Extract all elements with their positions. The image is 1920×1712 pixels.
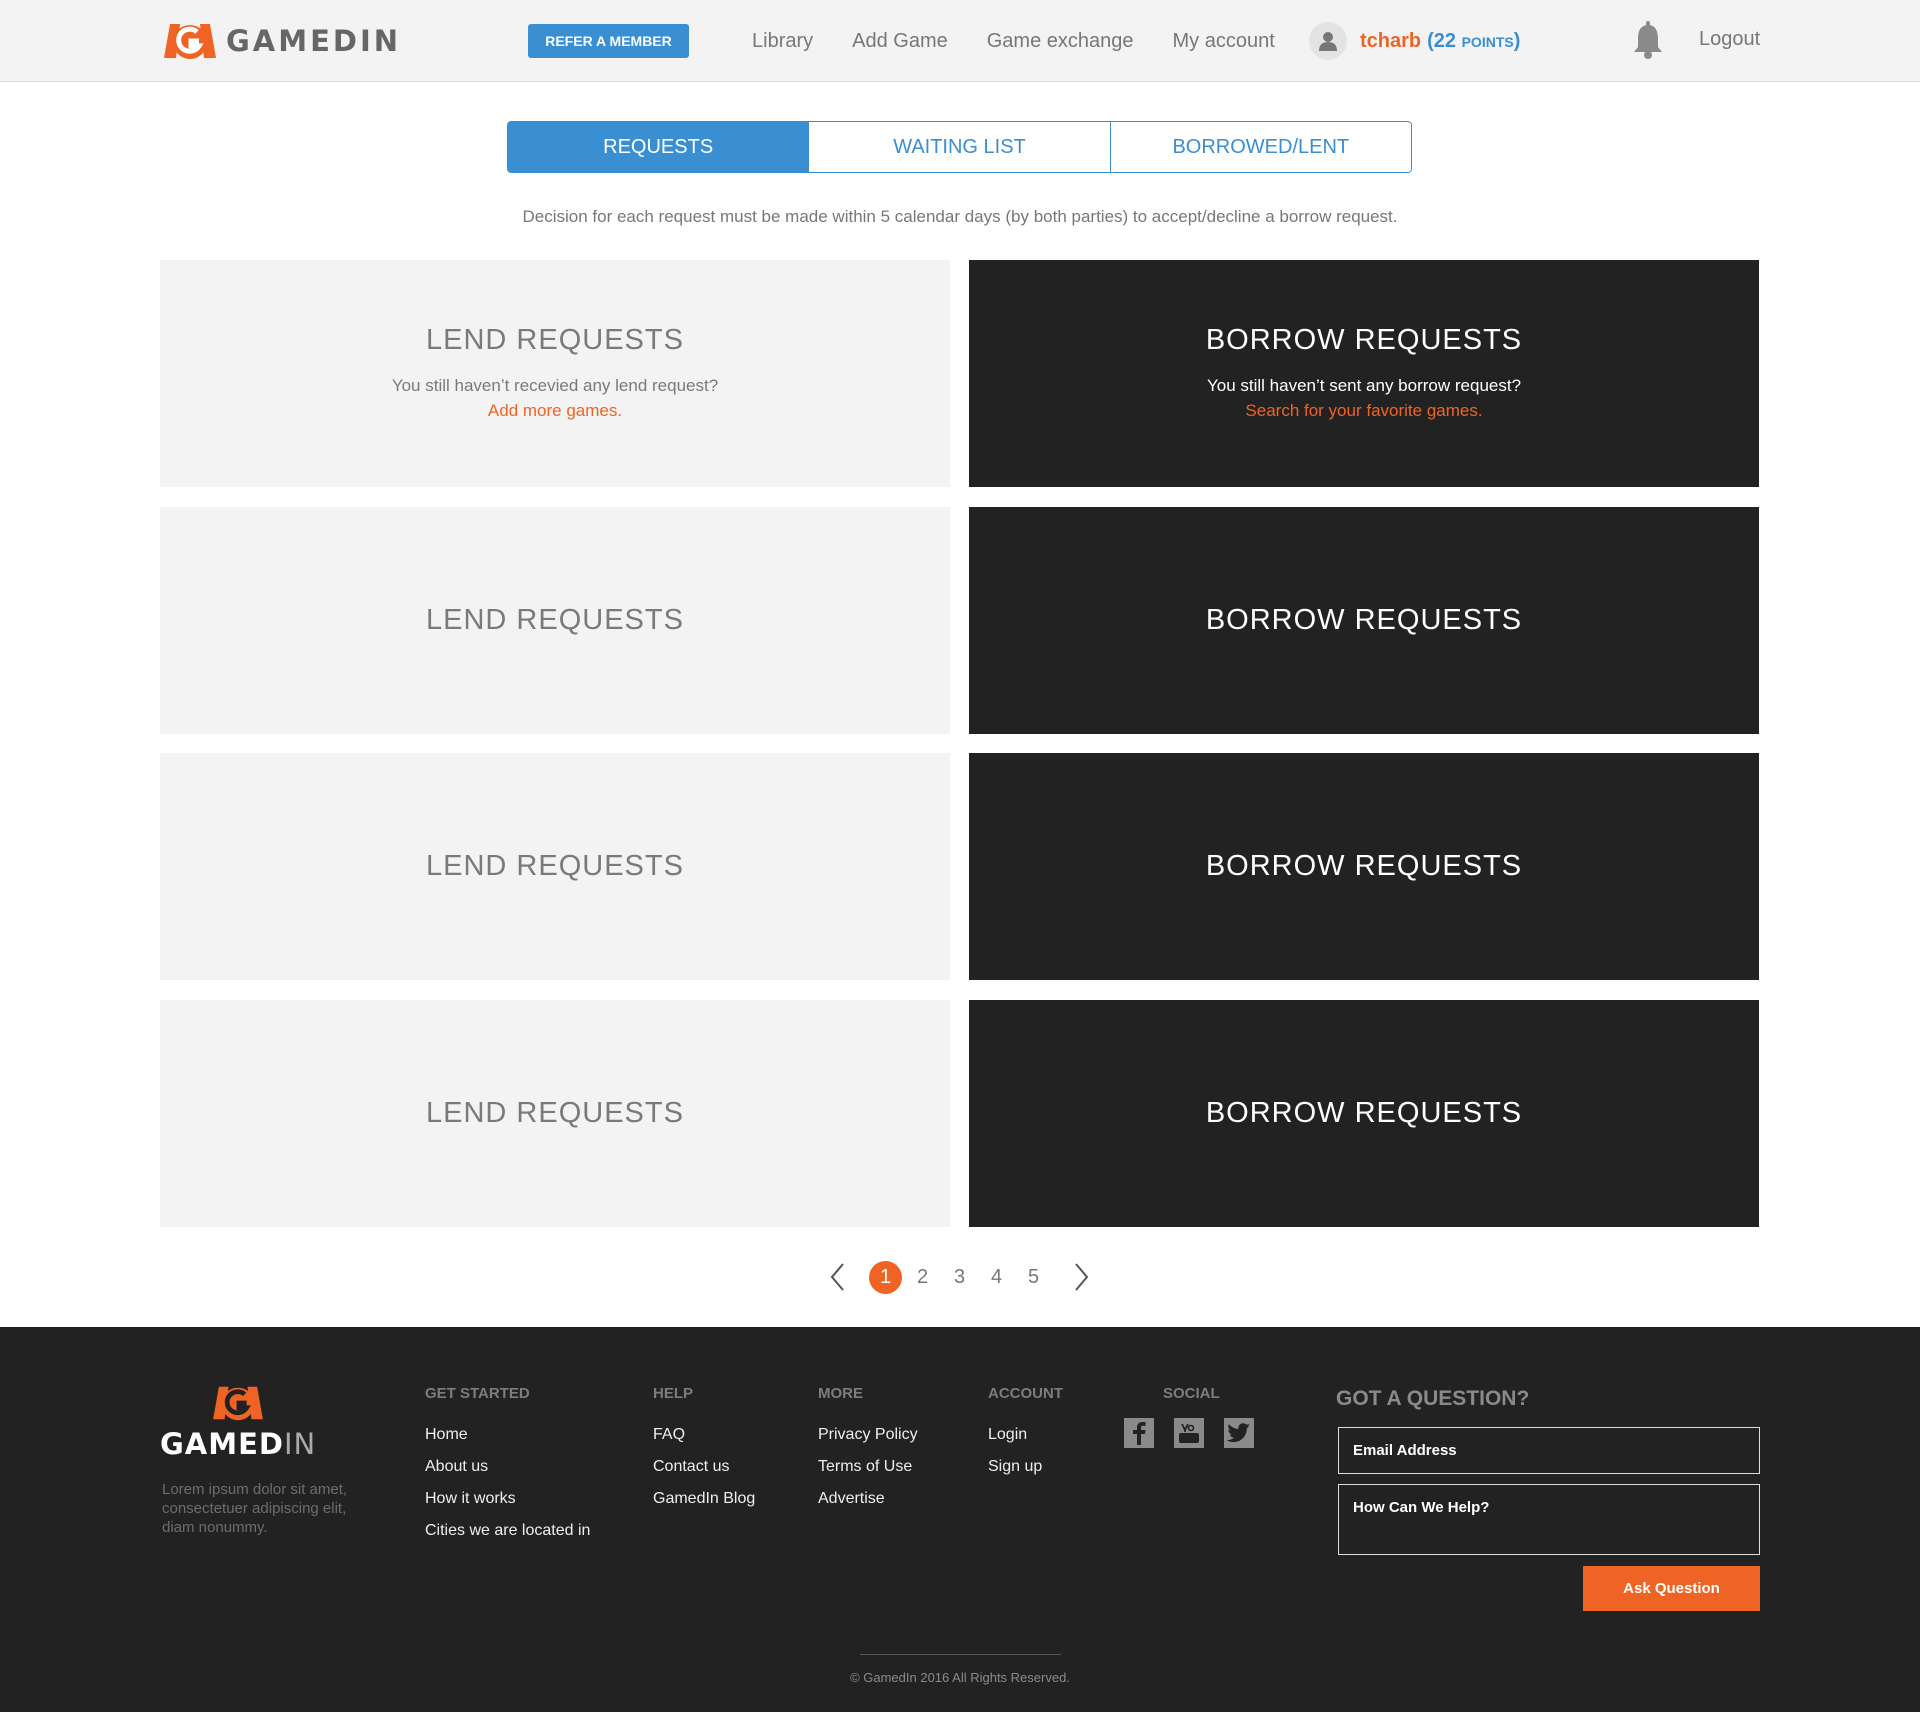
user-points: (22 POINTS) bbox=[1427, 30, 1520, 53]
gamedin-logo[interactable]: GAMEDIN bbox=[160, 18, 401, 64]
bell-icon[interactable] bbox=[1632, 21, 1664, 59]
borrow-requests-title: BORROW REQUESTS bbox=[1205, 324, 1523, 356]
lend-requests-card[interactable]: LEND REQUESTS bbox=[160, 753, 950, 980]
tab-requests[interactable]: REQUESTS bbox=[508, 122, 809, 172]
footer-link-blog[interactable]: GamedIn Blog bbox=[653, 1483, 755, 1515]
tab-borrowed-lent[interactable]: BORROWED/LENT bbox=[1109, 122, 1411, 172]
footer-logo[interactable]: GAMEDIN bbox=[160, 1381, 320, 1461]
copyright: © GamedIn 2016 All Rights Reserved. bbox=[850, 1670, 1070, 1685]
main-nav: Library Add Game Game exchange My accoun… bbox=[752, 0, 1314, 82]
add-more-games-link[interactable]: Add more games. bbox=[488, 398, 622, 423]
footer-link-terms[interactable]: Terms of Use bbox=[818, 1451, 918, 1483]
page-4[interactable]: 4 bbox=[980, 1261, 1013, 1294]
lend-requests-card[interactable]: LEND REQUESTS bbox=[160, 1000, 950, 1227]
borrow-requests-title: BORROW REQUESTS bbox=[1205, 604, 1523, 636]
borrow-requests-title: BORROW REQUESTS bbox=[1205, 850, 1523, 882]
ask-question-button[interactable]: Ask Question bbox=[1583, 1566, 1760, 1611]
nav-add-game[interactable]: Add Game bbox=[852, 30, 948, 53]
gamedin-logo-icon bbox=[164, 24, 216, 59]
footer-logo-text: GAMEDIN bbox=[160, 1427, 320, 1461]
footer-col-help: HELP FAQ Contact us GamedIn Blog bbox=[653, 1385, 755, 1515]
user-profile[interactable]: tcharb (22 POINTS) bbox=[1309, 22, 1520, 60]
page-1[interactable]: 1 bbox=[869, 1260, 902, 1294]
footer-col-title: MORE bbox=[818, 1385, 863, 1402]
borrow-requests-card[interactable]: BORROW REQUESTS bbox=[969, 1000, 1759, 1227]
nav-library[interactable]: Library bbox=[752, 30, 813, 53]
lend-requests-title: LEND REQUESTS bbox=[426, 604, 684, 636]
lend-requests-card: LEND REQUESTS You still haven’t recevied… bbox=[160, 260, 950, 487]
pagination: 1 2 3 4 5 bbox=[825, 1260, 1094, 1294]
footer-description: Lorem ipsum dolor sit amet, consectetuer… bbox=[162, 1481, 348, 1536]
footer-col-account: ACCOUNT Login Sign up bbox=[988, 1385, 1063, 1483]
footer-link-about-us[interactable]: About us bbox=[425, 1451, 590, 1483]
footer-col-title: HELP bbox=[653, 1385, 694, 1402]
help-message-field[interactable] bbox=[1338, 1484, 1760, 1555]
refer-member-button[interactable]: REFER A MEMBER bbox=[528, 24, 689, 58]
youtube-icon[interactable] bbox=[1174, 1418, 1204, 1448]
footer-link-contact-us[interactable]: Contact us bbox=[653, 1451, 755, 1483]
borrow-requests-title: BORROW REQUESTS bbox=[1205, 1097, 1523, 1129]
footer-col-more: MORE Privacy Policy Terms of Use Adverti… bbox=[818, 1385, 918, 1515]
decision-notice: Decision for each request must be made w… bbox=[522, 207, 1398, 226]
borrow-empty-text: You still haven’t sent any borrow reques… bbox=[1206, 376, 1522, 395]
lend-requests-title: LEND REQUESTS bbox=[426, 850, 684, 882]
borrow-requests-card: BORROW REQUESTS You still haven’t sent a… bbox=[969, 260, 1759, 487]
next-page-chevron-right-icon[interactable] bbox=[1070, 1260, 1094, 1294]
footer-link-advertise[interactable]: Advertise bbox=[818, 1483, 918, 1515]
borrow-requests-card[interactable]: BORROW REQUESTS bbox=[969, 507, 1759, 734]
footer-link-cities[interactable]: Cities we are located in bbox=[425, 1515, 590, 1547]
logo-text: GAMEDIN bbox=[226, 24, 402, 58]
question-title: GOT A QUESTION? bbox=[1336, 1387, 1530, 1410]
gamedin-logo-icon bbox=[213, 1386, 263, 1421]
user-icon bbox=[1309, 22, 1347, 60]
top-header: GAMEDIN REFER A MEMBER Library Add Game … bbox=[0, 0, 1920, 82]
footer-col-title: GET STARTED bbox=[425, 1385, 530, 1402]
lend-requests-card[interactable]: LEND REQUESTS bbox=[160, 507, 950, 734]
points-open: (22 bbox=[1427, 29, 1457, 52]
social-title: SOCIAL bbox=[1163, 1385, 1220, 1402]
footer-link-privacy[interactable]: Privacy Policy bbox=[818, 1419, 918, 1451]
footer-divider bbox=[860, 1654, 1061, 1655]
points-word: POINTS bbox=[1461, 33, 1514, 50]
page-5[interactable]: 5 bbox=[1017, 1261, 1050, 1294]
borrow-requests-card[interactable]: BORROW REQUESTS bbox=[969, 753, 1759, 980]
footer-col-get-started: GET STARTED Home About us How it works C… bbox=[425, 1385, 590, 1547]
footer-logo-main: GAMED bbox=[160, 1427, 284, 1461]
facebook-icon[interactable] bbox=[1124, 1418, 1154, 1448]
twitter-icon[interactable] bbox=[1224, 1418, 1254, 1448]
footer-logo-in: IN bbox=[284, 1427, 317, 1461]
footer-col-title: ACCOUNT bbox=[988, 1385, 1063, 1402]
lend-empty-text: You still haven’t recevied any lend requ… bbox=[391, 376, 719, 395]
page-2[interactable]: 2 bbox=[906, 1261, 939, 1294]
nav-my-account[interactable]: My account bbox=[1173, 30, 1275, 53]
logout-link[interactable]: Logout bbox=[1699, 28, 1760, 51]
footer-link-sign-up[interactable]: Sign up bbox=[988, 1451, 1063, 1483]
lend-requests-title: LEND REQUESTS bbox=[426, 324, 684, 356]
username: tcharb bbox=[1360, 29, 1422, 52]
points-close: ) bbox=[1513, 29, 1521, 52]
footer-link-how-it-works[interactable]: How it works bbox=[425, 1483, 590, 1515]
footer-social: SOCIAL bbox=[1124, 1385, 1274, 1448]
page-3[interactable]: 3 bbox=[943, 1261, 976, 1294]
footer-link-faq[interactable]: FAQ bbox=[653, 1419, 755, 1451]
email-field[interactable] bbox=[1338, 1427, 1760, 1474]
search-favorite-games-link[interactable]: Search for your favorite games. bbox=[1245, 398, 1482, 423]
nav-game-exchange[interactable]: Game exchange bbox=[987, 30, 1134, 53]
footer-link-login[interactable]: Login bbox=[988, 1419, 1063, 1451]
requests-tabs: REQUESTS WAITING LIST BORROWED/LENT bbox=[507, 121, 1412, 173]
lend-requests-title: LEND REQUESTS bbox=[426, 1097, 684, 1129]
footer-link-home[interactable]: Home bbox=[425, 1419, 590, 1451]
prev-page-chevron-left-icon[interactable] bbox=[825, 1260, 849, 1294]
site-footer: GAMEDIN Lorem ipsum dolor sit amet, cons… bbox=[0, 1327, 1920, 1712]
tab-waiting-list[interactable]: WAITING LIST bbox=[808, 122, 1110, 172]
